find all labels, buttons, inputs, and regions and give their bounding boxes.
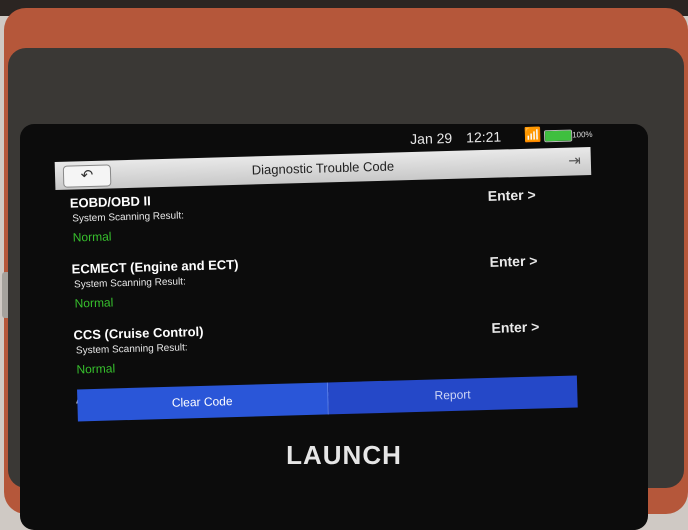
system-status: Normal xyxy=(76,361,116,377)
system-subtitle: System Scanning Result: xyxy=(73,276,186,291)
brand-logo: LAUNCH xyxy=(286,440,402,470)
system-subtitle: System Scanning Result: xyxy=(72,210,185,225)
system-status: Normal xyxy=(74,295,114,311)
clear-code-button[interactable]: Clear Code xyxy=(77,382,329,422)
status-time: 12:21 xyxy=(465,128,502,146)
status-date: Jan 29 xyxy=(409,129,453,148)
battery-fill xyxy=(545,130,572,142)
system-name: EOBD/OBD II xyxy=(69,193,151,211)
system-status: Normal xyxy=(72,229,112,245)
enter-button-eobd[interactable]: Enter > xyxy=(488,187,536,204)
battery-text: 100% xyxy=(571,129,593,140)
system-name: CCS (Cruise Control) xyxy=(73,323,204,343)
exit-icon[interactable]: ⇥ xyxy=(568,151,581,169)
display: Jan 29 12:21 📶 100% ↶ Diagnostic Trouble… xyxy=(54,123,598,438)
report-button[interactable]: Report xyxy=(327,375,578,415)
system-subtitle: System Scanning Result: xyxy=(75,342,188,357)
battery-icon xyxy=(543,129,573,143)
system-name: ECMECT (Engine and ECT) xyxy=(71,256,239,277)
wifi-icon: 📶 xyxy=(523,126,542,143)
system-list: EOBD/OBD II System Scanning Result: Norm… xyxy=(70,182,576,404)
enter-button-ecmect[interactable]: Enter > xyxy=(489,253,537,270)
enter-button-ccs[interactable]: Enter > xyxy=(491,319,539,336)
